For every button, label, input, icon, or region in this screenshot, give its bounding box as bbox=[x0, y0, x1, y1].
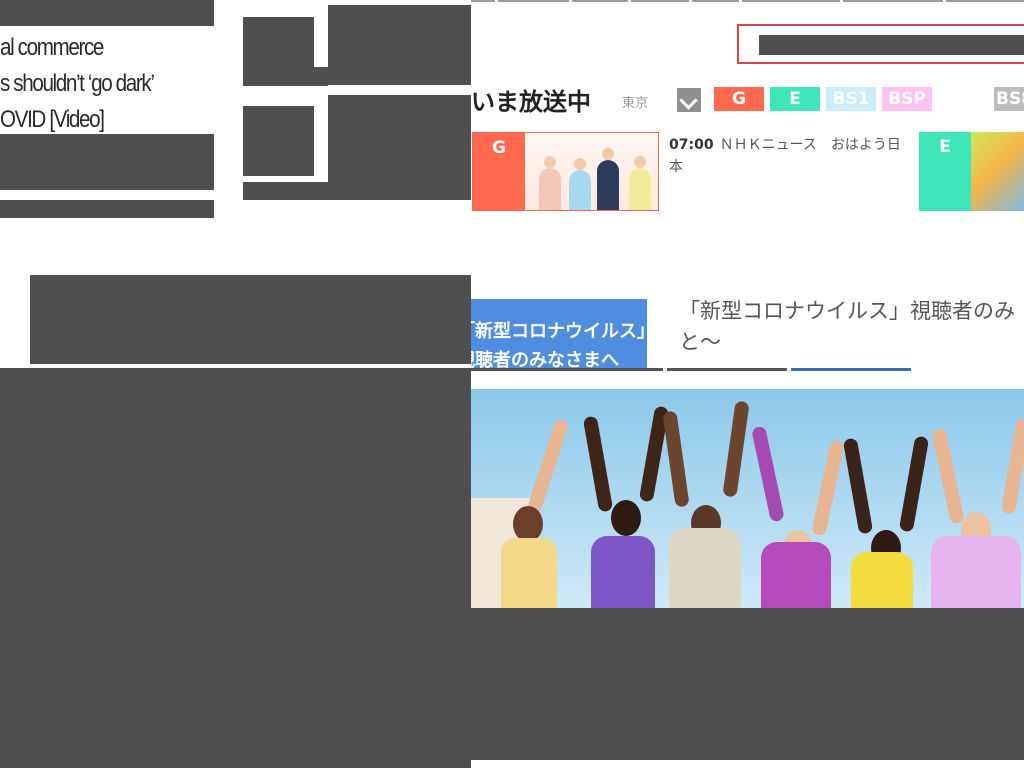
article-headline[interactable]: al commerce s shouldn’t ‘go dark’ OVID [… bbox=[0, 30, 184, 138]
nav-tab[interactable] bbox=[631, 0, 689, 2]
tab-indicator[interactable] bbox=[667, 368, 787, 371]
channel-badge-g: G bbox=[473, 133, 525, 210]
corona-banner-image[interactable]: 「新型コロナウイルス」 視聴者のみなさまへ bbox=[471, 299, 647, 371]
channel-tab-e[interactable]: E bbox=[770, 87, 820, 111]
placeholder-block bbox=[314, 67, 328, 86]
nav-tab[interactable] bbox=[946, 0, 1024, 2]
top-navigation bbox=[471, 0, 1024, 2]
banner-link-text: と～ bbox=[679, 330, 721, 354]
program-card-e[interactable]: E bbox=[919, 132, 1024, 211]
channel-tab-bsp[interactable]: BSP bbox=[882, 87, 932, 111]
placeholder-block bbox=[0, 0, 214, 26]
program-thumbnail bbox=[971, 132, 1024, 211]
person-figure bbox=[931, 408, 1024, 608]
program-info-g[interactable]: 07:00 ＮＨＫニュース おはよう日本 bbox=[669, 134, 909, 178]
program-time: 07:00 bbox=[669, 137, 714, 153]
presenter-figure bbox=[569, 158, 591, 210]
placeholder-block bbox=[243, 106, 314, 176]
nav-tab[interactable] bbox=[498, 0, 569, 2]
nav-tab[interactable] bbox=[742, 0, 840, 2]
banner-image-text: 「新型コロナウイルス」 bbox=[471, 321, 647, 342]
nav-tab[interactable] bbox=[692, 0, 739, 2]
program-card-g[interactable]: G bbox=[472, 132, 659, 211]
program-thumbnail bbox=[525, 133, 658, 210]
person-figure bbox=[842, 418, 930, 608]
region-dropdown-chevron-icon[interactable] bbox=[677, 88, 701, 112]
nhk-page: いま放送中 東京 G E BS1 BSP BS8 G 07:00ＮＨＫニュース … bbox=[471, 0, 1024, 768]
nav-tab[interactable] bbox=[843, 0, 943, 2]
presenter-figure bbox=[629, 156, 651, 210]
placeholder-block bbox=[471, 608, 1024, 760]
person-figure bbox=[662, 393, 750, 608]
channel-tab-g[interactable]: G bbox=[714, 87, 764, 111]
person-figure bbox=[751, 418, 845, 608]
channel-tab-bs1[interactable]: BS1 bbox=[826, 87, 876, 111]
nav-tab[interactable] bbox=[471, 0, 495, 2]
channel-tab-bs8k[interactable]: BS8 bbox=[994, 87, 1024, 111]
placeholder-block bbox=[328, 95, 471, 200]
search-box[interactable] bbox=[737, 24, 1024, 64]
placeholder-block bbox=[30, 275, 471, 364]
channel-badge-e: E bbox=[919, 132, 971, 211]
region-label: 東京 bbox=[622, 96, 649, 111]
headline-line: OVID [Video] bbox=[0, 106, 105, 133]
placeholder-block bbox=[243, 182, 328, 200]
on-air-section-title: いま放送中 bbox=[471, 88, 591, 116]
headline-line: s shouldn’t ‘go dark’ bbox=[0, 70, 155, 97]
placeholder-block bbox=[0, 134, 214, 190]
banner-link-text: 「新型コロナウイルス」視聴者のみ bbox=[679, 299, 1015, 323]
search-input[interactable] bbox=[759, 35, 1024, 55]
headline-line: al commerce bbox=[0, 34, 104, 61]
hero-photo[interactable] bbox=[471, 389, 1024, 608]
placeholder-block bbox=[0, 200, 214, 218]
placeholder-block bbox=[328, 5, 471, 85]
presenter-figure bbox=[597, 148, 619, 210]
person-figure bbox=[582, 389, 670, 608]
tab-indicator[interactable] bbox=[791, 368, 911, 371]
placeholder-block bbox=[0, 368, 471, 768]
nav-tab[interactable] bbox=[572, 0, 628, 2]
presenter-figure bbox=[539, 156, 561, 210]
person-figure bbox=[501, 408, 570, 608]
placeholder-block bbox=[243, 17, 314, 86]
corona-banner-link[interactable]: 「新型コロナウイルス」視聴者のみ と～ bbox=[679, 296, 1024, 358]
tab-indicator[interactable] bbox=[471, 368, 663, 371]
